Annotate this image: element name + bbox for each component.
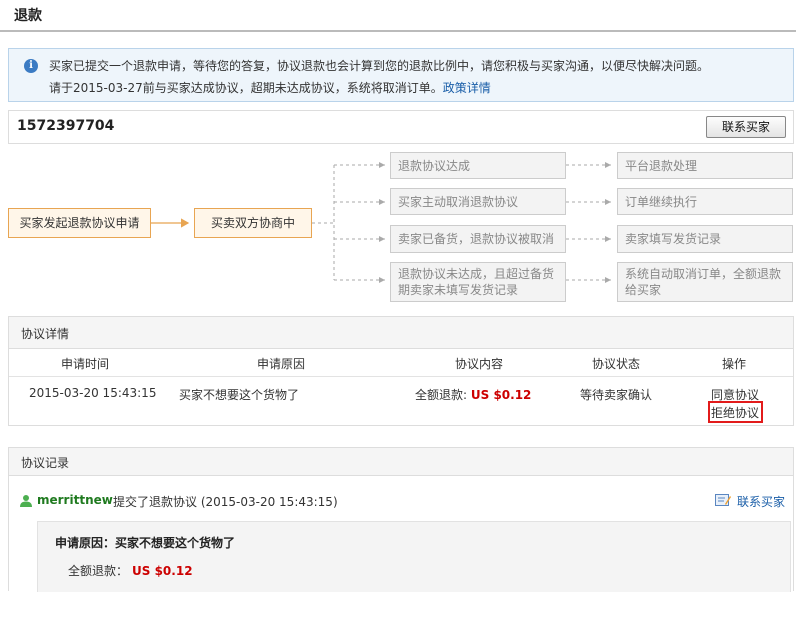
page-title: 退款	[14, 8, 42, 24]
flow-branch-agreement-reached: 退款协议达成	[390, 152, 566, 179]
order-header: 1572397704 联系买家	[8, 110, 794, 144]
policy-details-link[interactable]: 政策详情	[443, 81, 491, 95]
page-title-bar: 退款	[0, 0, 796, 32]
col-agreement-content: 协议内容	[455, 357, 504, 371]
col-agreement-status: 协议状态	[592, 357, 641, 371]
flow-branch-seller-prepared: 卖家已备货，退款协议被取消	[390, 225, 566, 253]
message-icon	[715, 494, 731, 506]
record-username[interactable]: merrittnew	[37, 493, 113, 507]
record-detail-box: 申请原因：买家不想要这个货物了 全额退款： US $0.12	[37, 521, 791, 592]
order-id: 1572397704	[17, 118, 115, 134]
flow-branch-not-reached: 退款协议未达成，且超过备货期卖家未填写发货记录	[390, 262, 566, 302]
notice-line-1: 买家已提交一个退款申请，等待您的答复，协议退款也会计算到您的退款比例中，请您积极…	[49, 59, 710, 73]
flow-step-buyer-request: 买家发起退款协议申请	[8, 208, 151, 238]
row-content-amount: US $0.12	[470, 388, 532, 402]
row-apply-reason: 买家不想要这个货物了	[179, 388, 300, 402]
contact-buyer-button[interactable]: 联系买家	[706, 116, 786, 138]
agreement-details-panel: 协议详情 申请时间 申请原因 协议内容 协议状态 操作 2015-03-20 1…	[8, 316, 794, 426]
record-amount-label: 全额退款：	[68, 564, 129, 578]
row-agreement-status: 等待卖家确认	[580, 388, 653, 402]
agreement-details-header: 协议详情	[9, 317, 793, 349]
record-amount: 全额退款： US $0.12	[68, 562, 193, 579]
row-content-label: 全额退款:	[415, 388, 468, 402]
agreement-records-panel: 协议记录 merrittnew 提交了退款协议 (2015-03-20 15:4…	[8, 447, 794, 592]
flow-result-shipping-record: 卖家填写发货记录	[617, 225, 793, 253]
flow-step-negotiating: 买卖双方协商中	[194, 208, 312, 238]
notice-line-2: 请于2015-03-27前与买家达成协议，超期未达成协议，系统将取消订单。政策详…	[49, 79, 491, 96]
record-action-text: 提交了退款协议 (2015-03-20 15:43:15)	[113, 495, 338, 509]
flow-result-platform-refund: 平台退款处理	[617, 152, 793, 179]
notice-deadline-text: 请于2015-03-27前与买家达成协议，超期未达成协议，系统将取消订单。	[49, 81, 443, 95]
row-agreement-content: 全额退款: US $0.12	[415, 386, 531, 403]
col-actions: 操作	[722, 357, 747, 371]
agreement-records-title: 协议记录	[21, 456, 70, 470]
info-icon: i	[24, 59, 38, 73]
info-notice: i 买家已提交一个退款申请，等待您的答复，协议退款也会计算到您的退款比例中，请您…	[8, 48, 794, 102]
record-amount-value: US $0.12	[132, 564, 193, 578]
reject-agreement-link[interactable]: 拒绝协议	[711, 404, 759, 421]
user-icon	[20, 495, 32, 507]
record-contact-label: 联系买家	[737, 495, 786, 509]
col-apply-reason: 申请原因	[257, 357, 306, 371]
flow-branch-buyer-cancel: 买家主动取消退款协议	[390, 188, 566, 215]
record-entry: merrittnew 提交了退款协议 (2015-03-20 15:43:15)…	[19, 492, 789, 512]
table-header: 申请时间 申请原因 协议内容 协议状态 操作	[9, 349, 793, 377]
row-apply-time: 2015-03-20 15:43:15	[29, 386, 157, 400]
flow-result-auto-cancel: 系统自动取消订单，全额退款给买家	[617, 262, 793, 302]
flow-result-order-continues: 订单继续执行	[617, 188, 793, 215]
record-reason: 申请原因：买家不想要这个货物了	[55, 536, 236, 550]
col-apply-time: 申请时间	[61, 357, 110, 371]
agreement-details-title: 协议详情	[21, 327, 70, 341]
refund-flow-diagram: 买家发起退款协议申请 买卖双方协商中 退款协议达成 买家主动取消退款协议 卖家已…	[0, 144, 798, 309]
agreement-records-header: 协议记录	[9, 448, 793, 476]
